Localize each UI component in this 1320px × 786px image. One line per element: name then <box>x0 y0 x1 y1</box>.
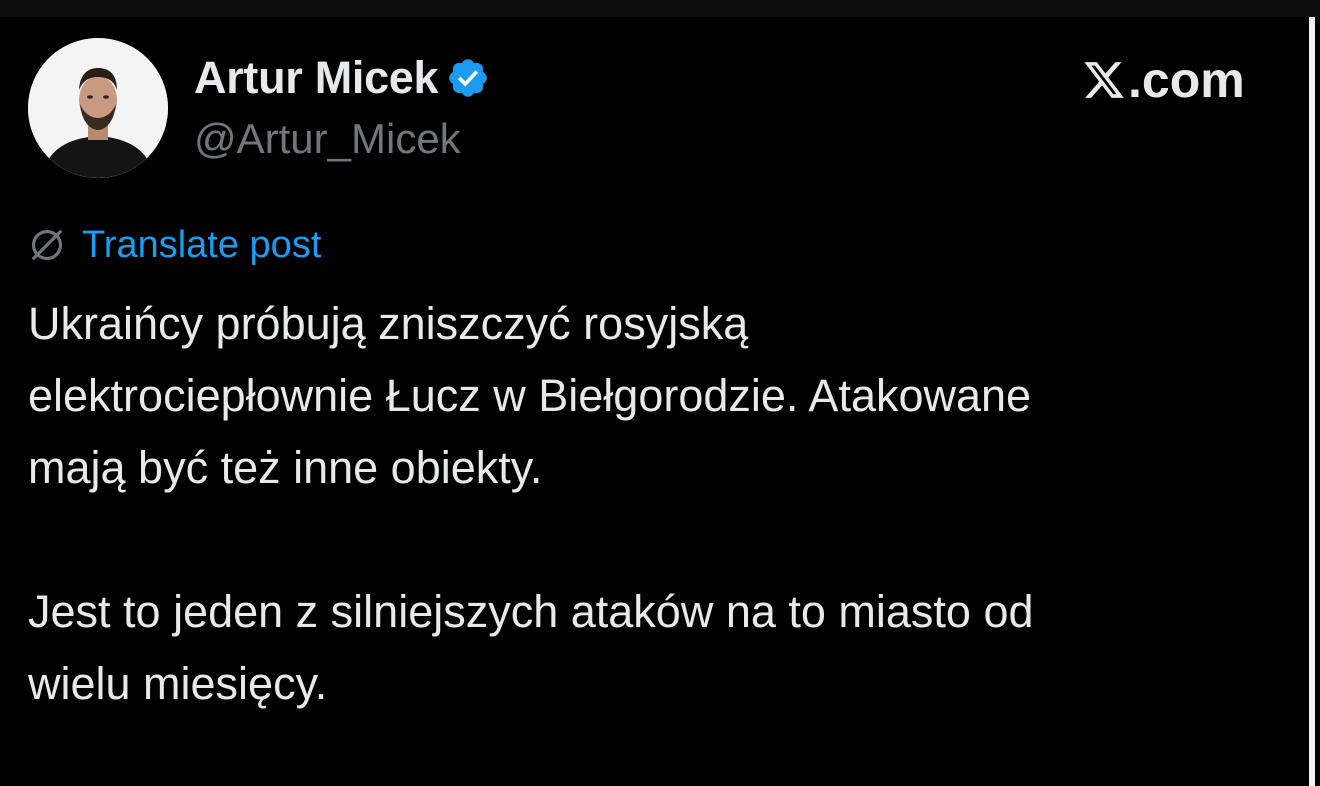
right-edge <box>1306 17 1320 786</box>
translate-post-link[interactable]: Translate post <box>82 224 321 267</box>
tweet-paragraph: Jest to jeden z silniejszych ataków na t… <box>28 586 1034 709</box>
edge-bar <box>1309 17 1315 786</box>
top-strip <box>0 0 1320 17</box>
avatar-portrait <box>28 38 168 178</box>
avatar[interactable] <box>28 38 168 178</box>
brand-logo[interactable]: .com <box>1082 52 1245 108</box>
brand-label: .com <box>1128 52 1245 108</box>
author-name[interactable]: Artur Micek <box>194 52 439 104</box>
author-handle[interactable]: @Artur_Micek <box>194 115 461 163</box>
tweet-paragraph: Ukraińcy próbują zniszczyć rosyjską elek… <box>28 298 1032 493</box>
globe-slash-icon <box>31 229 63 261</box>
x-logo-icon <box>1084 62 1124 98</box>
translate-row[interactable]: Translate post <box>28 222 321 268</box>
tweet-body: Ukraińcy próbują zniszczyć rosyjską elek… <box>28 288 1288 720</box>
author-name-row[interactable]: Artur Micek <box>194 52 490 104</box>
verified-badge-icon <box>449 59 488 97</box>
